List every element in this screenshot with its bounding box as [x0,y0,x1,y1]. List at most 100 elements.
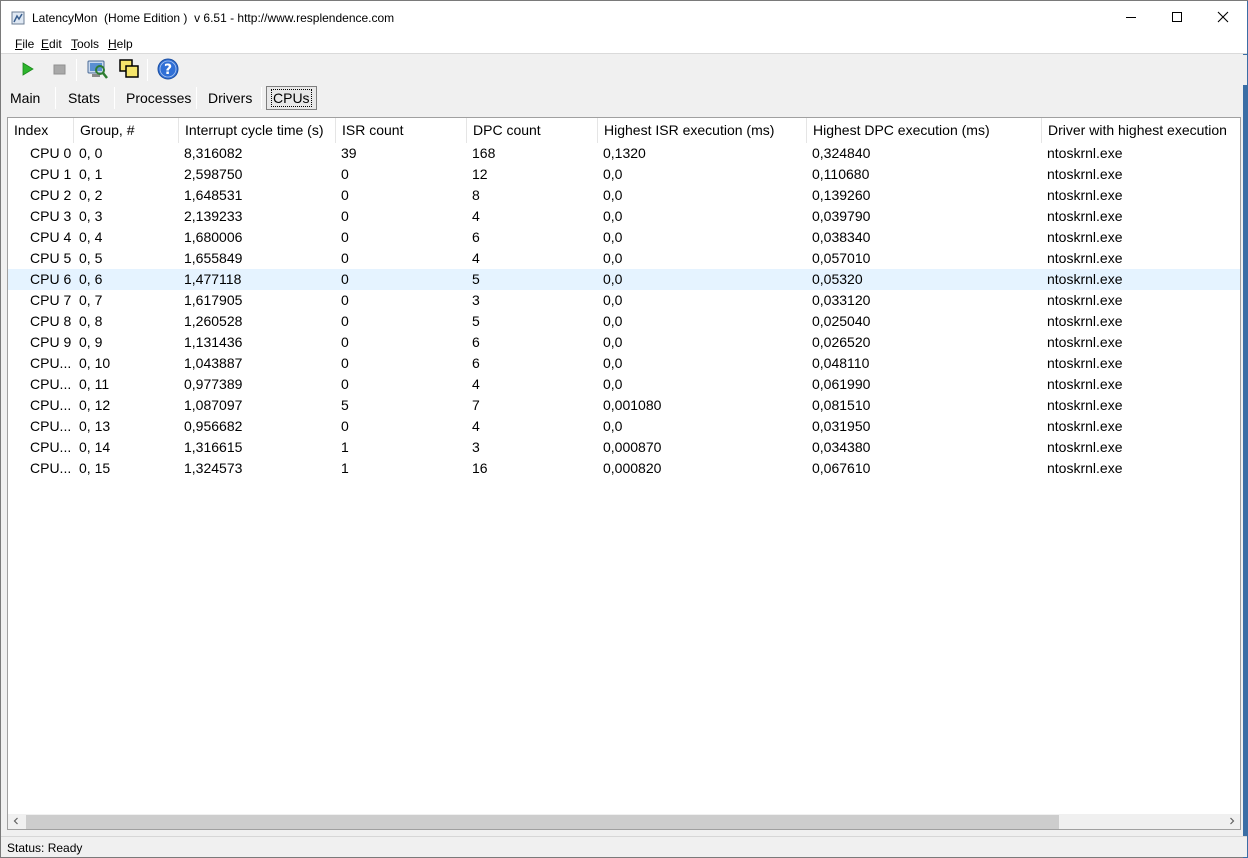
title-bar[interactable]: LatencyMon (Home Edition ) v 6.51 - http… [1,1,1247,35]
chevron-left-icon [12,817,20,828]
minimize-button[interactable] [1108,1,1154,35]
table-row[interactable]: CPU 4 0, 4 1,680006 0 6 0,0 0,038340 ntoskrnl.e… [8,227,1240,248]
stop-monitor-button[interactable] [47,58,71,82]
cell-highest-dpc: 0,061990 [812,376,871,392]
system-info-button[interactable] [85,58,109,82]
cell-index: CPU 0 [30,145,72,161]
menu-edit[interactable]: Edit [41,37,62,51]
table-row[interactable]: CPU... 0, 14 1,316615 1 3 0,000870 0,034380 nto… [8,437,1240,458]
cell-driver: ntoskrnl.exe [1047,271,1123,287]
cell-isr-count: 0 [341,229,349,245]
cell-highest-dpc: 0,05320 [812,271,863,287]
stop-icon [51,61,67,80]
column-header-group[interactable]: Group, # [74,118,179,143]
menu-help[interactable]: Help [108,37,133,51]
desktop-background-strip [1243,1,1248,858]
table-row[interactable]: CPU... 0, 10 1,043887 0 6 0,0 0,048110 ntoskrnl… [8,353,1240,374]
tab-processes[interactable]: Processes [124,88,193,108]
cell-interrupt-cycle-time: 1,043887 [184,355,243,371]
cell-index: CPU... [30,397,72,413]
column-header-isr-count[interactable]: ISR count [336,118,467,143]
cell-index: CPU 7 [30,292,72,308]
column-header-dpc-count[interactable]: DPC count [467,118,598,143]
cell-group: 0, 13 [79,418,111,434]
status-bar: Status: Ready [1,836,1247,857]
table-row[interactable]: CPU... 0, 11 0,977389 0 4 0,0 0,061990 ntoskrnl… [8,374,1240,395]
tab-bar: Main Stats Processes Drivers CPUs [1,85,1247,111]
table-row[interactable]: CPU 0 0, 0 8,316082 39 168 0,1320 0,324840 ntos… [8,143,1240,164]
cell-isr-count: 0 [341,418,349,434]
cell-highest-isr: 0,0 [603,355,623,371]
cell-index: CPU 5 [30,250,72,266]
toolbar-separator [147,59,148,81]
column-header-driver-highest-execution[interactable]: Driver with highest execution [1042,118,1240,143]
table-row[interactable]: CPU 5 0, 5 1,655849 0 4 0,0 0,057010 ntoskrnl.e… [8,248,1240,269]
start-monitor-button[interactable] [15,58,39,82]
cell-interrupt-cycle-time: 1,324573 [184,460,243,476]
cell-group: 0, 4 [79,229,103,245]
cell-index: CPU... [30,376,72,392]
cell-dpc-count: 4 [472,418,480,434]
cell-driver: ntoskrnl.exe [1047,166,1123,182]
cell-group: 0, 10 [79,355,111,371]
table-row[interactable]: CPU... 0, 15 1,324573 1 16 0,000820 0,067610 nt… [8,458,1240,479]
play-icon [19,61,35,80]
cell-isr-count: 0 [341,208,349,224]
cell-dpc-count: 6 [472,229,480,245]
cell-dpc-count: 16 [472,460,488,476]
close-button[interactable] [1200,1,1246,35]
cell-highest-dpc: 0,139260 [812,187,871,203]
cell-isr-count: 0 [341,271,349,287]
cpu-list-view[interactable]: Index Group, # Interrupt cycle time (s) … [7,117,1241,830]
cell-highest-isr: 0,0 [603,271,623,287]
help-button[interactable]: ? [156,58,180,82]
column-header-interrupt-cycle-time[interactable]: Interrupt cycle time (s) [179,118,336,143]
scroll-right-button[interactable] [1224,814,1240,829]
cell-driver: ntoskrnl.exe [1047,355,1123,371]
cell-driver: ntoskrnl.exe [1047,418,1123,434]
table-row[interactable]: CPU 6 0, 6 1,477118 0 5 0,0 0,05320 ntoskrnl.ex… [8,269,1240,290]
tab-main[interactable]: Main [8,88,42,108]
cell-index: CPU... [30,418,72,434]
table-row[interactable]: CPU 3 0, 3 2,139233 0 4 0,0 0,039790 ntoskrnl.e… [8,206,1240,227]
cell-highest-isr: 0,0 [603,376,623,392]
tab-cpus[interactable]: CPUs [266,86,317,110]
scrollbar-thumb[interactable] [26,815,1059,829]
column-header-highest-dpc-execution[interactable]: Highest DPC execution (ms) [807,118,1042,143]
tab-drivers[interactable]: Drivers [206,88,254,108]
cell-highest-dpc: 0,110680 [812,166,870,182]
maximize-button[interactable] [1154,1,1200,35]
cell-group: 0, 7 [79,292,103,308]
toolbar-separator [76,59,77,81]
cell-group: 0, 8 [79,313,103,329]
table-row[interactable]: CPU 2 0, 2 1,648531 0 8 0,0 0,139260 ntoskrnl.e… [8,185,1240,206]
table-row[interactable]: CPU 8 0, 8 1,260528 0 5 0,0 0,025040 ntoskrnl.e… [8,311,1240,332]
windows-button[interactable] [117,58,141,82]
table-row[interactable]: CPU... 0, 12 1,087097 5 7 0,001080 0,081510 nto… [8,395,1240,416]
cell-interrupt-cycle-time: 2,598750 [184,166,243,182]
help-icon: ? [157,58,179,83]
menu-file[interactable]: File [15,37,34,51]
cell-highest-isr: 0,001080 [603,397,662,413]
table-row[interactable]: CPU... 0, 13 0,956682 0 4 0,0 0,031950 ntoskrnl… [8,416,1240,437]
cell-dpc-count: 6 [472,355,480,371]
tab-stats[interactable]: Stats [66,88,102,108]
cell-highest-isr: 0,1320 [603,145,646,161]
cell-index: CPU 8 [30,313,72,329]
cell-interrupt-cycle-time: 1,680006 [184,229,243,245]
table-row[interactable]: CPU 7 0, 7 1,617905 0 3 0,0 0,033120 ntoskrnl.e… [8,290,1240,311]
table-row[interactable]: CPU 9 0, 9 1,131436 0 6 0,0 0,026520 ntoskrnl.e… [8,332,1240,353]
cell-index: CPU 9 [30,334,72,350]
table-row[interactable]: CPU 1 0, 1 2,598750 0 12 0,0 0,110680 ntoskrnl.… [8,164,1240,185]
cell-dpc-count: 3 [472,439,480,455]
column-header-index[interactable]: Index [8,118,74,143]
cell-highest-isr: 0,0 [603,208,623,224]
cell-driver: ntoskrnl.exe [1047,187,1123,203]
cell-driver: ntoskrnl.exe [1047,313,1123,329]
cell-dpc-count: 4 [472,376,480,392]
horizontal-scrollbar[interactable] [8,814,1240,829]
cell-highest-dpc: 0,031950 [812,418,871,434]
column-header-highest-isr-execution[interactable]: Highest ISR execution (ms) [598,118,807,143]
scroll-left-button[interactable] [8,814,24,829]
menu-tools[interactable]: Tools [71,37,99,51]
